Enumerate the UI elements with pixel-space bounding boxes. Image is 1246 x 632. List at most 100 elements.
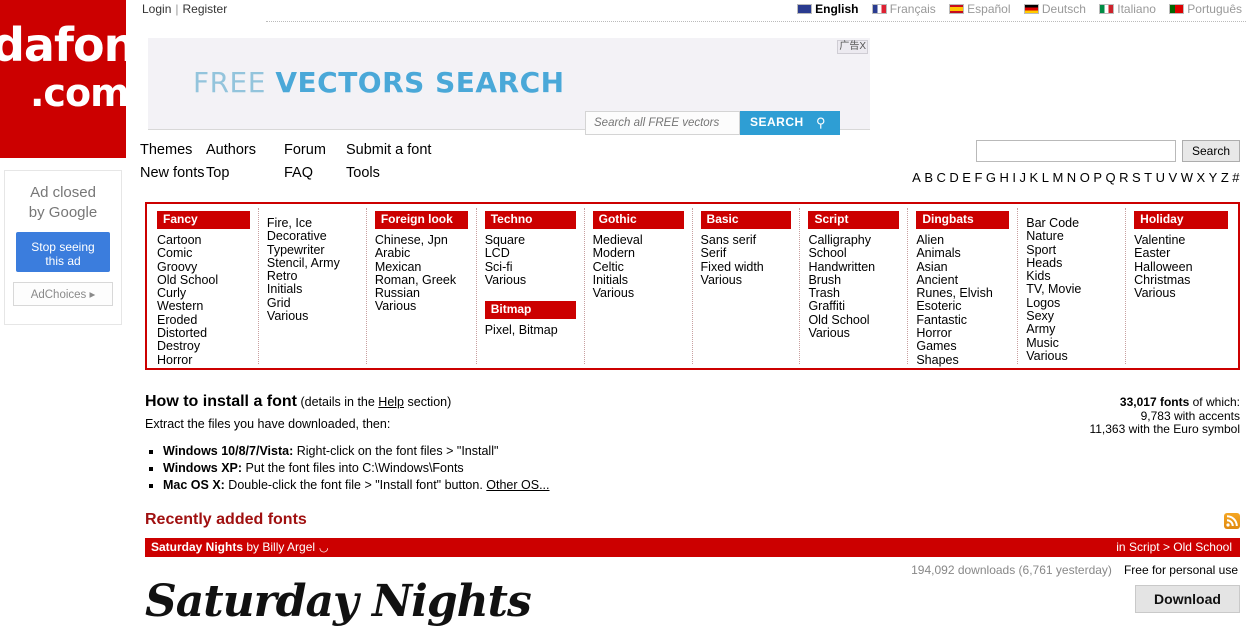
category-link-old-school[interactable]: Old School	[157, 273, 218, 287]
alphabet-link-v[interactable]: V	[1169, 170, 1178, 185]
category-header-dingbats[interactable]: Dingbats	[916, 211, 1010, 229]
language-espanol[interactable]: Español	[949, 2, 1011, 16]
alphabet-link-k[interactable]: K	[1030, 170, 1039, 185]
category-link-comic[interactable]: Comic	[157, 246, 192, 260]
category-link-sexy[interactable]: Sexy	[1026, 309, 1054, 323]
category-link-animals[interactable]: Animals	[916, 246, 960, 260]
nav-tools[interactable]: Tools	[346, 165, 380, 181]
nav-themes[interactable]: Themes	[140, 142, 192, 158]
category-link-russian[interactable]: Russian	[375, 286, 420, 300]
alphabet-link-z[interactable]: Z	[1221, 170, 1229, 185]
category-link-shapes[interactable]: Shapes	[916, 353, 958, 367]
category-link-celtic[interactable]: Celtic	[593, 260, 624, 274]
category-link-distorted[interactable]: Distorted	[157, 326, 207, 340]
category-link-esoteric[interactable]: Esoteric	[916, 299, 961, 313]
search-button[interactable]: Search	[1182, 140, 1240, 162]
category-link-school[interactable]: School	[808, 246, 846, 260]
language-francais[interactable]: Français	[871, 2, 936, 16]
alphabet-link-g[interactable]: G	[986, 170, 997, 185]
stop-seeing-ad-button[interactable]: Stop seeing this ad	[16, 232, 110, 272]
alphabet-link-c[interactable]: C	[937, 170, 947, 185]
alphabet-link-n[interactable]: N	[1067, 170, 1077, 185]
register-link[interactable]: Register	[183, 2, 228, 16]
nav-forum[interactable]: Forum	[284, 142, 326, 158]
alphabet-link-t[interactable]: T	[1144, 170, 1152, 185]
category-link-medieval[interactable]: Medieval	[593, 233, 643, 247]
category-link-retro[interactable]: Retro	[267, 269, 298, 283]
category-link-tv-movie[interactable]: TV, Movie	[1026, 282, 1081, 296]
category-link-various[interactable]: Various	[808, 326, 849, 340]
category-link-fire-ice[interactable]: Fire, Ice	[267, 216, 312, 230]
category-link-army[interactable]: Army	[1026, 322, 1055, 336]
category-link-valentine[interactable]: Valentine	[1134, 233, 1185, 247]
other-os-link[interactable]: Other OS...	[486, 478, 549, 492]
alphabet-link-p[interactable]: P	[1093, 170, 1102, 185]
category-link-calligraphy[interactable]: Calligraphy	[808, 233, 871, 247]
category-link-graffiti[interactable]: Graffiti	[808, 299, 845, 313]
category-link-sport[interactable]: Sport	[1026, 243, 1056, 257]
language-italiano[interactable]: Italiano	[1099, 2, 1156, 16]
rss-feed-icon[interactable]	[1224, 513, 1240, 529]
category-header-holiday[interactable]: Holiday	[1134, 211, 1229, 229]
alphabet-link-s[interactable]: S	[1132, 170, 1141, 185]
category-link-trash[interactable]: Trash	[808, 286, 840, 300]
category-header-gothic[interactable]: Gothic	[592, 211, 684, 229]
download-button[interactable]: Download	[1135, 585, 1240, 613]
category-header-fancy[interactable]: Fancy	[157, 211, 250, 229]
category-link-grid[interactable]: Grid	[267, 296, 291, 310]
category-link-ancient[interactable]: Ancient	[916, 273, 958, 287]
category-link-horror[interactable]: Horror	[157, 353, 192, 367]
category-link-chinese-jpn[interactable]: Chinese, Jpn	[375, 233, 448, 247]
language-deutsch[interactable]: Deutsch	[1023, 2, 1086, 16]
category-link-typewriter[interactable]: Typewriter	[267, 243, 325, 257]
alphabet-link-x[interactable]: X	[1196, 170, 1205, 185]
nav-submit-a-font[interactable]: Submit a font	[346, 142, 431, 158]
category-link-various[interactable]: Various	[1134, 286, 1175, 300]
category-link-old-school[interactable]: Old School	[808, 313, 869, 327]
category-link-alien[interactable]: Alien	[916, 233, 944, 247]
font-name-link[interactable]: Saturday Nights	[151, 540, 243, 554]
nav-new-fonts[interactable]: New fonts	[140, 165, 204, 181]
category-header-bitmap[interactable]: Bitmap	[484, 301, 576, 320]
category-link-logos[interactable]: Logos	[1026, 296, 1060, 310]
category-header-foreign-look[interactable]: Foreign look	[374, 211, 468, 229]
nav-top[interactable]: Top	[206, 165, 229, 181]
category-link-initials[interactable]: Initials	[267, 282, 302, 296]
category-link-curly[interactable]: Curly	[157, 286, 186, 300]
login-link[interactable]: Login	[142, 2, 171, 16]
category-link-various[interactable]: Various	[267, 309, 308, 323]
category-link-cartoon[interactable]: Cartoon	[157, 233, 201, 247]
category-link-modern[interactable]: Modern	[593, 246, 635, 260]
category-link-stencil-army[interactable]: Stencil, Army	[267, 256, 340, 270]
alphabet-link-hash[interactable]: #	[1232, 170, 1240, 185]
category-link-games[interactable]: Games	[916, 339, 956, 353]
alphabet-link-a[interactable]: A	[912, 170, 921, 185]
category-link-roman-greek[interactable]: Roman, Greek	[375, 273, 456, 287]
banner-advertisement[interactable]: FREE VECTORS SEARCH SEARCH ⚲ 广告X	[148, 38, 870, 135]
category-link-square[interactable]: Square	[485, 233, 525, 247]
banner-search-input[interactable]	[585, 111, 740, 135]
category-link-easter[interactable]: Easter	[1134, 246, 1170, 260]
external-link-icon[interactable]: ◡	[319, 541, 329, 554]
ad-close-button[interactable]: 广告X	[837, 40, 868, 54]
category-link-runes-elvish[interactable]: Runes, Elvish	[916, 286, 992, 300]
category-link-music[interactable]: Music	[1026, 336, 1059, 350]
category-header-techno[interactable]: Techno	[484, 211, 576, 229]
banner-search-button[interactable]: SEARCH ⚲	[740, 111, 840, 135]
category-link-serif[interactable]: Serif	[701, 246, 727, 260]
category-link-various[interactable]: Various	[375, 299, 416, 313]
category-link-arabic[interactable]: Arabic	[375, 246, 410, 260]
adchoices-button[interactable]: AdChoices ▸	[13, 282, 113, 306]
category-link-eroded[interactable]: Eroded	[157, 313, 197, 327]
category-link-sci-fi[interactable]: Sci-fi	[485, 260, 513, 274]
category-link-various[interactable]: Various	[1026, 349, 1067, 363]
category-header-basic[interactable]: Basic	[700, 211, 792, 229]
search-input[interactable]	[976, 140, 1176, 162]
alphabet-link-e[interactable]: E	[962, 170, 971, 185]
category-link-mexican[interactable]: Mexican	[375, 260, 422, 274]
category-link-kids[interactable]: Kids	[1026, 269, 1050, 283]
alphabet-link-j[interactable]: J	[1020, 170, 1027, 185]
alphabet-link-o[interactable]: O	[1080, 170, 1091, 185]
category-link-brush[interactable]: Brush	[808, 273, 841, 287]
font-author-link[interactable]: Billy Argel	[262, 540, 315, 554]
